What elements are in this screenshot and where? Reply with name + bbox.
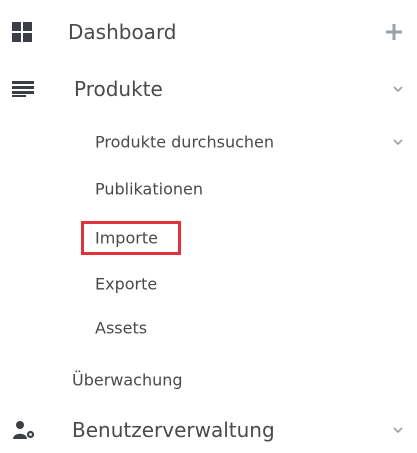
menu-item-ueberwachung[interactable]: Überwachung [0, 360, 417, 400]
menu-item-ueberwachung-label: Überwachung [72, 370, 183, 390]
submenu-item-produkte-durchsuchen[interactable]: Produkte durchsuchen [0, 122, 417, 162]
chevron-down-icon[interactable] [393, 139, 403, 145]
submenu-item-label: Exporte [95, 274, 158, 294]
submenu-item-publikationen[interactable]: Publikationen [0, 169, 417, 209]
highlight-box [81, 221, 181, 255]
plus-icon[interactable] [385, 23, 403, 41]
submenu-item-assets[interactable]: Assets [0, 308, 417, 348]
list-icon [12, 81, 34, 97]
menu-item-dashboard-label: Dashboard [68, 20, 177, 44]
menu-item-benutzerverwaltung[interactable]: Benutzerverwaltung [0, 410, 417, 450]
chevron-down-icon[interactable] [393, 427, 403, 433]
menu-item-benutzerverwaltung-label: Benutzerverwaltung [72, 418, 275, 442]
submenu-item-label: Produkte durchsuchen [95, 132, 275, 152]
dashboard-grid-icon [12, 22, 32, 42]
submenu-item-label: Assets [95, 318, 148, 338]
menu-item-produkte-label: Produkte [74, 77, 163, 101]
submenu-item-label: Publikationen [95, 179, 203, 199]
users-cog-icon [13, 421, 35, 439]
chevron-down-icon[interactable] [393, 86, 403, 92]
menu-item-produkte[interactable]: Produkte [0, 69, 417, 109]
submenu-item-importe[interactable]: Importe [0, 218, 417, 258]
menu-item-dashboard[interactable]: Dashboard [0, 12, 417, 52]
submenu-item-exporte[interactable]: Exporte [0, 264, 417, 304]
